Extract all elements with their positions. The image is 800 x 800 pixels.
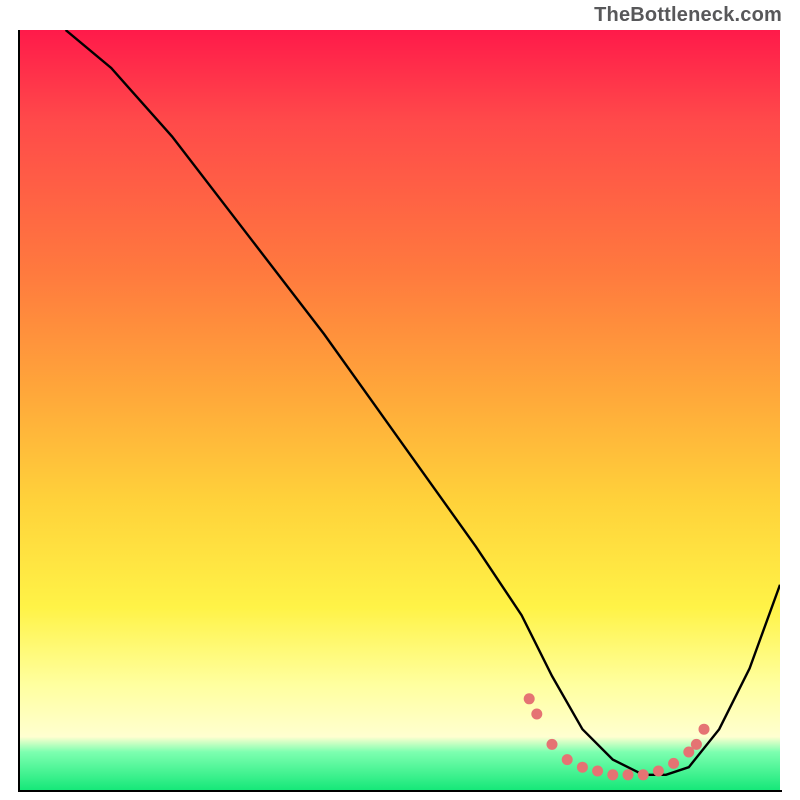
valley-marker xyxy=(592,766,603,777)
valley-marker xyxy=(607,769,618,780)
valley-marker xyxy=(547,739,558,750)
valley-marker xyxy=(699,724,710,735)
valley-marker xyxy=(638,769,649,780)
x-axis xyxy=(18,790,782,792)
valley-marker xyxy=(577,762,588,773)
valley-marker xyxy=(562,754,573,765)
valley-marker xyxy=(653,766,664,777)
valley-marker xyxy=(623,769,634,780)
valley-marker xyxy=(524,693,535,704)
valley-markers xyxy=(524,693,710,780)
valley-marker xyxy=(691,739,702,750)
valley-marker xyxy=(668,758,679,769)
y-axis xyxy=(18,30,20,792)
plot-area xyxy=(20,30,780,790)
valley-marker xyxy=(531,709,542,720)
curve-layer xyxy=(20,30,780,790)
chart-stage: TheBottleneck.com xyxy=(0,0,800,800)
bottleneck-curve xyxy=(66,30,780,775)
watermark-text: TheBottleneck.com xyxy=(594,4,782,27)
